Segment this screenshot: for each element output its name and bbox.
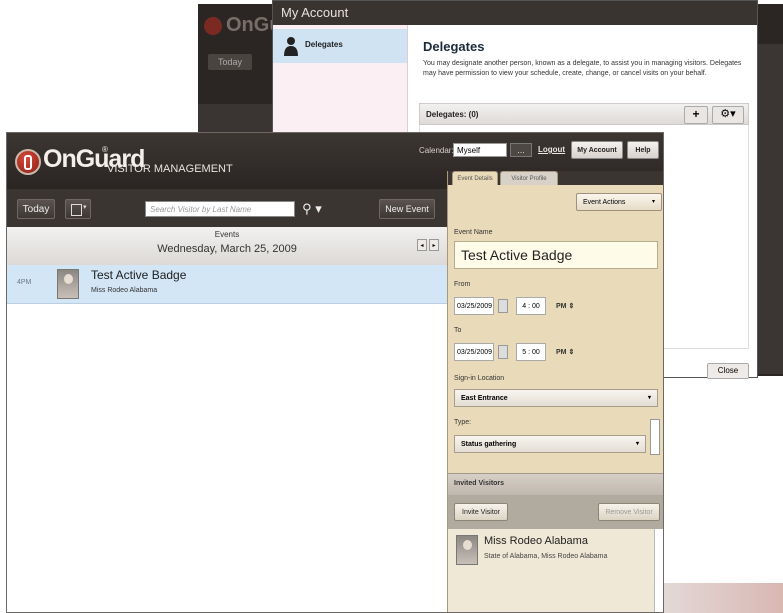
invited-visitors-label: Invited Visitors — [454, 480, 505, 487]
chevron-down-icon: ▾ — [83, 204, 87, 211]
tab-visitor-profile[interactable]: Visitor Profile — [500, 171, 558, 185]
chevron-down-icon: ▾ — [635, 441, 639, 447]
invited-visitors-header: Invited Visitors — [448, 473, 663, 497]
logout-link[interactable]: Logout — [538, 145, 565, 154]
content-description: You may designate another person, known … — [423, 60, 742, 77]
to-time-input[interactable]: 5 : 00 — [516, 343, 546, 361]
sidebar-item-label: Delegates — [305, 40, 343, 49]
close-button[interactable]: Close — [707, 363, 749, 379]
chevron-right-icon: ▸ — [432, 243, 436, 249]
invited-visitors-toolbar: Invite Visitor Remove Visitor — [448, 495, 663, 529]
content-title: Delegates — [423, 39, 485, 54]
desktop-background — [664, 583, 783, 613]
gear-icon: ⚙▾ — [720, 108, 736, 120]
calendar-icon — [71, 204, 82, 216]
calendar-input[interactable]: Myself — [453, 143, 507, 157]
calendar-picker-button[interactable]: ▾ — [65, 199, 91, 219]
new-event-button[interactable]: New Event — [379, 199, 435, 219]
visitor-name[interactable]: Miss Rodeo Alabama — [484, 535, 588, 547]
background-logo: OnGu — [204, 14, 282, 37]
main-toolbar: Today ▾ Search Visitor by Last Name ⚲ ▾ … — [7, 189, 447, 227]
logo-subtitle: VISITOR MANAGEMENT — [107, 163, 233, 175]
today-button[interactable]: Today — [17, 199, 55, 219]
event-name-input[interactable]: Test Active Badge — [454, 241, 658, 269]
event-row[interactable]: 4PM Test Active Badge Miss Rodeo Alabama — [7, 265, 447, 304]
person-icon — [284, 37, 298, 56]
visitor-list-scrollbar[interactable] — [654, 529, 663, 612]
event-details-panel: Event Details Visitor Profile Event Acti… — [447, 171, 663, 612]
from-ampm[interactable]: PM ⇕ — [556, 302, 574, 310]
remove-visitor-button[interactable]: Remove Visitor — [598, 503, 660, 521]
visitor-subtitle: State of Alabama, Miss Rodeo Alabama — [484, 553, 608, 560]
events-header: Events Wednesday, March 25, 2009 — [7, 227, 447, 266]
calendar-label: Calendar: — [419, 146, 454, 155]
help-button[interactable]: Help — [627, 141, 659, 159]
search-button[interactable]: ⚲ ▾ — [297, 199, 327, 219]
event-name: Test Active Badge — [91, 268, 187, 282]
calendar-browse-button[interactable]: ... — [510, 143, 532, 157]
from-time-input[interactable]: 4 : 00 — [516, 297, 546, 315]
type-label: Type: — [454, 419, 472, 426]
chevron-down-icon: ▾ — [651, 199, 655, 205]
invited-visitor-list: Miss Rodeo Alabama State of Alabama, Mis… — [448, 529, 663, 612]
chevron-down-icon: ▾ — [647, 395, 651, 401]
type-scrollbar[interactable] — [650, 419, 660, 455]
event-name-label: Event Name — [454, 229, 493, 236]
dialog-title: My Account — [273, 1, 757, 25]
event-visitor: Miss Rodeo Alabama — [91, 287, 158, 294]
signin-location-select[interactable]: East Entrance ▾ — [454, 389, 658, 407]
visitor-photo — [456, 535, 478, 565]
logo-registered: ® — [102, 145, 108, 154]
visitor-photo — [57, 269, 79, 299]
my-account-button[interactable]: My Account — [571, 141, 623, 159]
to-label: To — [454, 327, 462, 334]
event-actions-label: Event Actions — [583, 199, 626, 206]
previous-day-button[interactable]: ◂ — [417, 239, 427, 251]
type-value: Status gathering — [461, 441, 517, 448]
events-date: Wednesday, March 25, 2009 — [157, 243, 297, 255]
from-date-calendar-icon[interactable] — [498, 299, 508, 313]
event-actions-dropdown[interactable]: Event Actions ▾ — [576, 193, 662, 211]
from-date-input[interactable]: 03/25/2009 — [454, 297, 494, 315]
delegate-settings-button[interactable]: ⚙▾ — [712, 106, 744, 124]
invite-visitor-button[interactable]: Invite Visitor — [454, 503, 508, 521]
background-today-button: Today — [208, 54, 252, 70]
delegates-header-bar: Delegates: (0) + ⚙▾ — [419, 103, 749, 125]
sidebar-item-delegates[interactable]: Delegates — [273, 29, 407, 63]
plus-icon: + — [692, 107, 700, 121]
signin-location-value: East Entrance — [461, 395, 508, 402]
events-title: Events — [214, 230, 240, 239]
to-ampm[interactable]: PM ⇕ — [556, 348, 574, 356]
background-right-strip — [755, 44, 783, 374]
from-label: From — [454, 281, 471, 288]
event-time: 4PM — [17, 279, 32, 286]
to-date-input[interactable]: 03/25/2009 — [454, 343, 494, 361]
search-icon: ⚲ ▾ — [302, 201, 322, 216]
to-date-calendar-icon[interactable] — [498, 345, 508, 359]
background-event-row — [198, 104, 274, 132]
signin-location-label: Sign-in Location — [454, 375, 505, 382]
next-day-button[interactable]: ▸ — [429, 239, 439, 251]
onguard-app-window: OnGuard ® VISITOR MANAGEMENT Calendar: M… — [6, 132, 664, 613]
search-input[interactable]: Search Visitor by Last Name — [145, 201, 295, 217]
tab-event-details[interactable]: Event Details — [452, 171, 498, 185]
add-delegate-button[interactable]: + — [684, 106, 708, 124]
from-ampm-value: PM — [556, 303, 567, 310]
type-select[interactable]: Status gathering ▾ — [454, 435, 646, 453]
chevron-left-icon: ◂ — [420, 243, 424, 249]
delegates-count: Delegates: (0) — [426, 110, 479, 119]
onguard-logo-icon — [15, 149, 41, 175]
to-ampm-value: PM — [556, 349, 567, 356]
